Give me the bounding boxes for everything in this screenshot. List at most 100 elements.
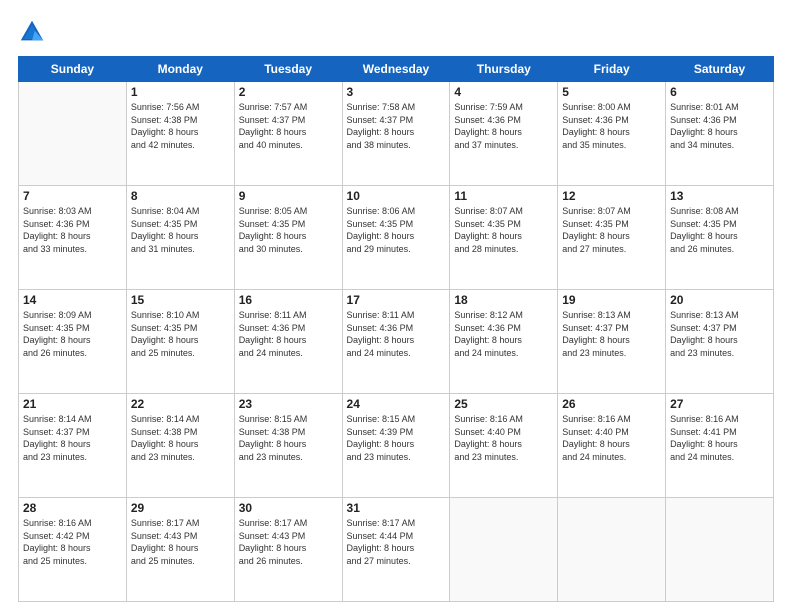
calendar-cell: 4 Sunrise: 7:59 AM Sunset: 4:36 PM Daylig… xyxy=(450,82,558,186)
day-info: Sunrise: 8:04 AM Sunset: 4:35 PM Dayligh… xyxy=(131,205,230,255)
header xyxy=(18,18,774,46)
day-info: Sunrise: 8:03 AM Sunset: 4:36 PM Dayligh… xyxy=(23,205,122,255)
calendar-cell: 20 Sunrise: 8:13 AM Sunset: 4:37 PM Dayli… xyxy=(666,290,774,394)
day-info: Sunrise: 8:15 AM Sunset: 4:39 PM Dayligh… xyxy=(347,413,446,463)
day-info: Sunrise: 8:10 AM Sunset: 4:35 PM Dayligh… xyxy=(131,309,230,359)
day-info: Sunrise: 8:09 AM Sunset: 4:35 PM Dayligh… xyxy=(23,309,122,359)
calendar-cell: 25 Sunrise: 8:16 AM Sunset: 4:40 PM Dayli… xyxy=(450,394,558,498)
day-info: Sunrise: 8:16 AM Sunset: 4:40 PM Dayligh… xyxy=(562,413,661,463)
weekday-header: Friday xyxy=(558,57,666,82)
day-number: 4 xyxy=(454,85,553,99)
day-number: 7 xyxy=(23,189,122,203)
calendar-cell: 5Sunrise: 8:00 AM Sunset: 4:36 PM Daylig… xyxy=(558,82,666,186)
day-number: 10 xyxy=(347,189,446,203)
day-info: Sunrise: 8:13 AM Sunset: 4:37 PM Dayligh… xyxy=(562,309,661,359)
calendar-week-row: 14 Sunrise: 8:09 AM Sunset: 4:35 PM Dayli… xyxy=(19,290,774,394)
calendar-cell xyxy=(450,498,558,602)
day-number: 31 xyxy=(347,501,446,515)
day-number: 16 xyxy=(239,293,338,307)
day-number: 28 xyxy=(23,501,122,515)
weekday-header: Monday xyxy=(126,57,234,82)
day-number: 9 xyxy=(239,189,338,203)
day-number: 22 xyxy=(131,397,230,411)
day-info: Sunrise: 8:16 AM Sunset: 4:40 PM Dayligh… xyxy=(454,413,553,463)
day-info: Sunrise: 8:14 AM Sunset: 4:38 PM Dayligh… xyxy=(131,413,230,463)
day-info: Sunrise: 8:17 AM Sunset: 4:44 PM Dayligh… xyxy=(347,517,446,567)
day-number: 27 xyxy=(670,397,769,411)
day-number: 26 xyxy=(562,397,661,411)
calendar-cell: 21 Sunrise: 8:14 AM Sunset: 4:37 PM Dayli… xyxy=(19,394,127,498)
day-number: 6 xyxy=(670,85,769,99)
calendar-cell: 3 Sunrise: 7:58 AM Sunset: 4:37 PM Daylig… xyxy=(342,82,450,186)
day-number: 19 xyxy=(562,293,661,307)
day-number: 14 xyxy=(23,293,122,307)
day-number: 1 xyxy=(131,85,230,99)
day-number: 13 xyxy=(670,189,769,203)
calendar-cell: 23Sunrise: 8:15 AM Sunset: 4:38 PM Dayli… xyxy=(234,394,342,498)
day-number: 21 xyxy=(23,397,122,411)
day-info: Sunrise: 8:08 AM Sunset: 4:35 PM Dayligh… xyxy=(670,205,769,255)
calendar-cell: 18 Sunrise: 8:12 AM Sunset: 4:36 PM Dayli… xyxy=(450,290,558,394)
calendar-cell: 19 Sunrise: 8:13 AM Sunset: 4:37 PM Dayli… xyxy=(558,290,666,394)
day-info: Sunrise: 8:14 AM Sunset: 4:37 PM Dayligh… xyxy=(23,413,122,463)
calendar-cell xyxy=(558,498,666,602)
day-number: 11 xyxy=(454,189,553,203)
calendar-cell: 15 Sunrise: 8:10 AM Sunset: 4:35 PM Dayli… xyxy=(126,290,234,394)
weekday-header: Sunday xyxy=(19,57,127,82)
day-info: Sunrise: 8:00 AM Sunset: 4:36 PM Dayligh… xyxy=(562,101,661,151)
calendar-cell: 13 Sunrise: 8:08 AM Sunset: 4:35 PM Dayli… xyxy=(666,186,774,290)
calendar-cell: 8Sunrise: 8:04 AM Sunset: 4:35 PM Daylig… xyxy=(126,186,234,290)
logo xyxy=(18,18,50,46)
logo-icon xyxy=(18,18,46,46)
calendar-cell: 2 Sunrise: 7:57 AM Sunset: 4:37 PM Daylig… xyxy=(234,82,342,186)
day-info: Sunrise: 8:07 AM Sunset: 4:35 PM Dayligh… xyxy=(562,205,661,255)
day-info: Sunrise: 8:01 AM Sunset: 4:36 PM Dayligh… xyxy=(670,101,769,151)
day-number: 12 xyxy=(562,189,661,203)
day-number: 29 xyxy=(131,501,230,515)
day-info: Sunrise: 8:05 AM Sunset: 4:35 PM Dayligh… xyxy=(239,205,338,255)
day-info: Sunrise: 8:11 AM Sunset: 4:36 PM Dayligh… xyxy=(239,309,338,359)
calendar-cell: 27 Sunrise: 8:16 AM Sunset: 4:41 PM Dayli… xyxy=(666,394,774,498)
day-info: Sunrise: 8:12 AM Sunset: 4:36 PM Dayligh… xyxy=(454,309,553,359)
calendar-cell xyxy=(666,498,774,602)
day-number: 15 xyxy=(131,293,230,307)
weekday-header: Wednesday xyxy=(342,57,450,82)
calendar-cell: 17 Sunrise: 8:11 AM Sunset: 4:36 PM Dayli… xyxy=(342,290,450,394)
calendar-week-row: 28 Sunrise: 8:16 AM Sunset: 4:42 PM Dayli… xyxy=(19,498,774,602)
calendar-cell: 6 Sunrise: 8:01 AM Sunset: 4:36 PM Daylig… xyxy=(666,82,774,186)
day-number: 3 xyxy=(347,85,446,99)
weekday-header: Saturday xyxy=(666,57,774,82)
day-info: Sunrise: 8:15 AM Sunset: 4:38 PM Dayligh… xyxy=(239,413,338,463)
day-number: 25 xyxy=(454,397,553,411)
day-info: Sunrise: 8:16 AM Sunset: 4:41 PM Dayligh… xyxy=(670,413,769,463)
weekday-header: Tuesday xyxy=(234,57,342,82)
calendar-cell: 14 Sunrise: 8:09 AM Sunset: 4:35 PM Dayli… xyxy=(19,290,127,394)
day-info: Sunrise: 7:56 AM Sunset: 4:38 PM Dayligh… xyxy=(131,101,230,151)
calendar-cell: 26 Sunrise: 8:16 AM Sunset: 4:40 PM Dayli… xyxy=(558,394,666,498)
day-info: Sunrise: 8:13 AM Sunset: 4:37 PM Dayligh… xyxy=(670,309,769,359)
day-number: 2 xyxy=(239,85,338,99)
calendar-week-row: 21 Sunrise: 8:14 AM Sunset: 4:37 PM Dayli… xyxy=(19,394,774,498)
day-number: 20 xyxy=(670,293,769,307)
calendar-table: SundayMondayTuesdayWednesdayThursdayFrid… xyxy=(18,56,774,602)
calendar-cell: 12 Sunrise: 8:07 AM Sunset: 4:35 PM Dayli… xyxy=(558,186,666,290)
day-info: Sunrise: 8:16 AM Sunset: 4:42 PM Dayligh… xyxy=(23,517,122,567)
day-info: Sunrise: 8:17 AM Sunset: 4:43 PM Dayligh… xyxy=(239,517,338,567)
day-info: Sunrise: 7:59 AM Sunset: 4:36 PM Dayligh… xyxy=(454,101,553,151)
calendar-header-row: SundayMondayTuesdayWednesdayThursdayFrid… xyxy=(19,57,774,82)
day-info: Sunrise: 7:57 AM Sunset: 4:37 PM Dayligh… xyxy=(239,101,338,151)
day-info: Sunrise: 7:58 AM Sunset: 4:37 PM Dayligh… xyxy=(347,101,446,151)
calendar-cell: 29Sunrise: 8:17 AM Sunset: 4:43 PM Dayli… xyxy=(126,498,234,602)
calendar-cell xyxy=(19,82,127,186)
calendar-cell: 31 Sunrise: 8:17 AM Sunset: 4:44 PM Dayli… xyxy=(342,498,450,602)
calendar-cell: 22 Sunrise: 8:14 AM Sunset: 4:38 PM Dayli… xyxy=(126,394,234,498)
day-number: 30 xyxy=(239,501,338,515)
weekday-header: Thursday xyxy=(450,57,558,82)
day-info: Sunrise: 8:11 AM Sunset: 4:36 PM Dayligh… xyxy=(347,309,446,359)
day-number: 17 xyxy=(347,293,446,307)
calendar-cell: 16 Sunrise: 8:11 AM Sunset: 4:36 PM Dayli… xyxy=(234,290,342,394)
day-number: 18 xyxy=(454,293,553,307)
day-number: 24 xyxy=(347,397,446,411)
calendar-cell: 11Sunrise: 8:07 AM Sunset: 4:35 PM Dayli… xyxy=(450,186,558,290)
calendar-cell: 28 Sunrise: 8:16 AM Sunset: 4:42 PM Dayli… xyxy=(19,498,127,602)
